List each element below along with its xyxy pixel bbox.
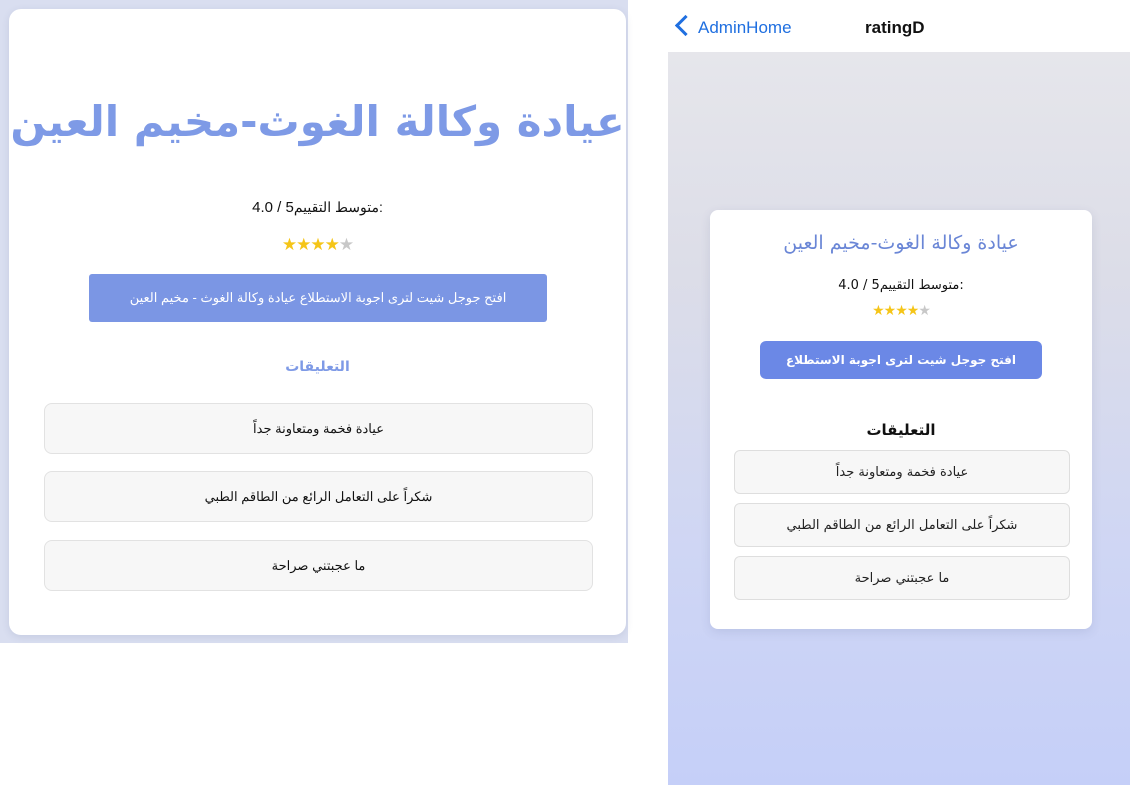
- clinic-title: عيادة وكالة الغوث-مخيم العين: [783, 232, 1019, 254]
- open-google-sheet-button[interactable]: افتح جوجل شيت لترى اجوبة الاستطلاع: [760, 341, 1042, 379]
- average-rating-value: 4.0 / 5: [252, 199, 294, 216]
- comment-item: شكراً على التعامل الرائع من الطاقم الطبي: [44, 471, 593, 522]
- nav-title: ratingD: [865, 18, 925, 37]
- phone-rating-card: عيادة وكالة الغوث-مخيم العين 4.0 / 5متوس…: [710, 210, 1092, 629]
- comment-item: ما عجبتني صراحة: [734, 556, 1070, 600]
- star-icon: ★: [883, 303, 897, 319]
- back-button[interactable]: AdminHome: [698, 18, 792, 38]
- comment-item: شكراً على التعامل الرائع من الطاقم الطبي: [734, 503, 1070, 547]
- average-rating-label: متوسط التقييم:: [293, 199, 383, 215]
- web-rating-card: عيادة وكالة الغوث-مخيم العين 4.0 / 5متوس…: [9, 9, 626, 635]
- star-rating: ★★★★★: [9, 235, 626, 255]
- star-icon: ★: [310, 235, 325, 255]
- star-icon: ★: [281, 235, 297, 255]
- comment-item: عيادة فخمة ومتعاونة جداً: [44, 403, 593, 454]
- star-rating: ★★★★★: [710, 303, 1092, 319]
- chevron-left-icon[interactable]: [674, 14, 697, 37]
- star-icon: ★: [895, 303, 908, 319]
- star-icon: ★: [324, 235, 340, 255]
- open-google-sheet-button[interactable]: افتح جوجل شيت لترى اجوبة الاستطلاع عيادة…: [89, 274, 547, 322]
- average-rating-label: متوسط التقييم:: [879, 278, 964, 293]
- comments-heading: التعليقات: [866, 421, 936, 439]
- average-rating-value: 4.0 / 5: [838, 278, 880, 293]
- star-icon: ★: [906, 303, 920, 319]
- star-empty-icon: ★: [918, 303, 931, 319]
- average-rating: 4.0 / 5متوسط التقييم:: [710, 278, 1092, 293]
- star-icon: ★: [296, 235, 311, 255]
- comments-heading: التعليقات: [285, 359, 350, 375]
- star-empty-icon: ★: [338, 235, 354, 255]
- average-rating: 4.0 / 5متوسط التقييم:: [9, 199, 626, 216]
- navigation-bar: AdminHome ratingD: [668, 0, 1130, 52]
- clinic-title: عيادة وكالة الغوث-مخيم العين: [10, 97, 625, 146]
- phone-screen: AdminHome ratingD عيادة وكالة الغوث-مخيم…: [668, 0, 1130, 785]
- comment-item: عيادة فخمة ومتعاونة جداً: [734, 450, 1070, 494]
- comment-item: ما عجبتني صراحة: [44, 540, 593, 591]
- star-icon: ★: [872, 303, 885, 319]
- web-view-frame: عيادة وكالة الغوث-مخيم العين 4.0 / 5متوس…: [0, 0, 628, 643]
